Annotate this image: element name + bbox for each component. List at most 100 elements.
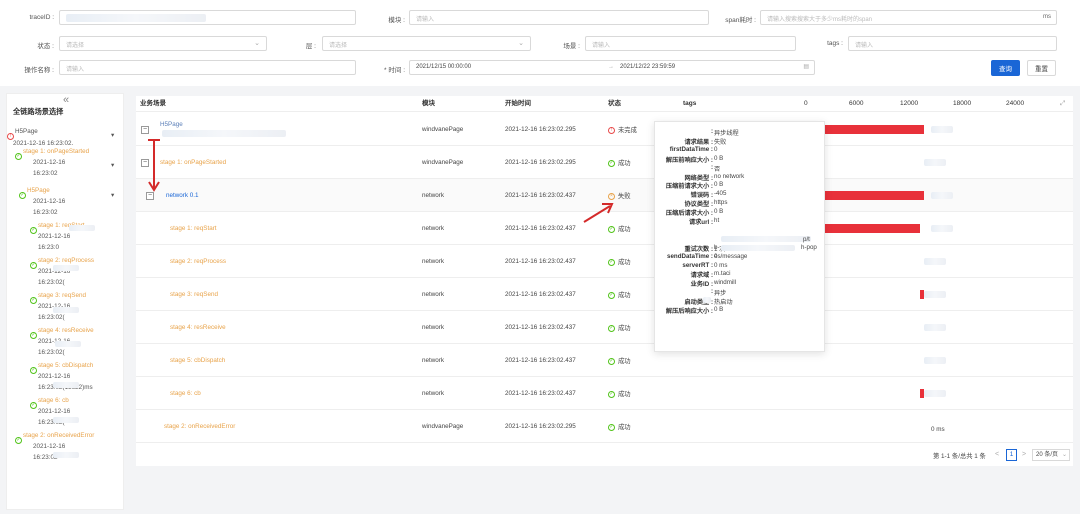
opname-input[interactable]: 请输入 [59,60,356,75]
scene-cell[interactable]: stage 2: onReceivedError [164,410,235,443]
query-button[interactable]: 查询 [991,60,1020,76]
scene-cell[interactable]: stage 1: reqStart [170,212,217,245]
last-row-duration: 0 ms [931,426,945,433]
check-circle-icon: ✓ [608,325,615,332]
check-circle-icon: ✓ [608,424,615,431]
scene-cell[interactable]: stage 6: cb [170,377,201,410]
tree-caret-icon[interactable]: ▾ [111,130,114,141]
tree-node-title[interactable]: stage 4: resReceive [38,325,94,336]
trace-table: 业务场景 模块 开始时间 状态 tags 0 6000 12000 18000 … [136,96,1073,466]
duration-bar[interactable] [824,224,920,233]
duration-bar[interactable] [824,125,924,134]
collapse-icon[interactable]: « [63,94,69,106]
status-text: 成功 [618,259,631,266]
module-cell: network [422,291,445,298]
url-frag-2: h-pop [801,244,817,251]
time-start: 2021/12/15 00:00:00 [416,64,472,70]
prev-page-button[interactable]: < [995,451,999,458]
sidebar-title: 全链路场景选择 [13,107,64,116]
status-cell: ✓ 成功 [608,410,631,443]
tree-node-title[interactable]: stage 1: onPageStarted [23,146,89,157]
scene-cell[interactable]: stage 3: reqSend [170,278,218,311]
status-text: 成功 [618,292,631,299]
redacted-duration [931,192,953,199]
page-size-select[interactable]: 20 条/页 ⌄ [1032,449,1070,461]
status-cell: ✓ 成功 [608,311,631,344]
chevron-down-icon: ⌄ [254,40,260,47]
tooltip-key: 解压前响应大小 : [665,156,713,164]
chevron-down-icon: ⌄ [1061,452,1067,458]
tooltip-key: 网络类型 : [684,174,713,182]
tooltip-key: sendDataTime : [667,252,713,260]
tooltip-key: 请求url : [688,219,713,226]
check-icon: ✓ [30,227,37,234]
tree-node-title[interactable]: stage 2: onReceivedError [23,430,94,441]
status-text: 成功 [618,391,631,398]
start-time-cell: 2021-12-16 16:23:02.437 [505,225,576,232]
time-separator: → [608,64,614,70]
start-time-cell: 2021-12-16 16:23:02.437 [505,291,576,298]
status-text: 成功 [618,325,631,332]
table-row[interactable]: stage 3: reqSend network 2021-12-16 16:23:… [136,278,1073,311]
redacted-duration [931,126,953,133]
scene-cell[interactable]: stage 2: reqProcess [170,245,226,278]
tree-node-time: 2021-12-16 [38,233,71,240]
span-input[interactable]: 请输入搜索搜索大于多少ms耗时的span ms [760,10,1057,25]
tooltip-value: 0 ms [714,261,728,269]
tags-input[interactable]: 请输入 [848,36,1057,51]
status-text: 成功 [618,358,631,365]
layer-label: 层 : [305,43,316,50]
traceid-input[interactable] [59,10,356,25]
collapse-row-icon[interactable]: − [141,126,149,134]
scene-cell[interactable]: network 0.1 [166,179,199,212]
reset-button[interactable]: 重置 [1027,60,1056,76]
check-icon: ✓ [19,192,26,199]
annotation-arrow-down [148,139,160,192]
tree-node-title[interactable]: stage 5: cbDispatch [38,360,93,371]
url-redacted-2 [721,245,795,251]
table-row[interactable]: stage 6: cb network 2021-12-16 16:23:02.43… [136,377,1073,410]
redacted-text [53,307,79,313]
status-text: 成功 [618,160,631,167]
tooltip-value: 失败 [714,138,727,146]
status-select[interactable]: 请选择 ⌄ [59,36,267,51]
page-1-button[interactable]: 1 [1006,449,1017,461]
tree-caret-icon[interactable]: ▾ [111,190,114,201]
check-circle-icon: ✓ [608,226,615,233]
span-placeholder: 请输入搜索搜索大于多少ms耗时的span [767,17,873,23]
redacted-duration [924,357,946,364]
tooltip-value: windmill [714,279,737,287]
redacted-text [162,130,286,137]
table-row[interactable]: − H5Page windvanePage 2021-12-16 16:23:02.2… [136,113,1073,146]
tree-node-title[interactable]: stage 6: cb [38,395,69,406]
tree-node-title[interactable]: H5Page [15,126,38,137]
module-cell: windvanePage [422,423,464,430]
time-range-picker[interactable]: 2021/12/15 00:00:00 → 2021/12/22 23:59:5… [409,60,815,75]
tree-node-time: 16:23:0 [38,244,60,251]
page-size-label: 20 条/页 [1036,452,1059,458]
module-cell: network [422,357,445,364]
status-cell: ✓ 成功 [608,344,631,377]
table-row[interactable]: stage 2: reqProcess network 2021-12-16 16:… [136,245,1073,278]
status-cell: ✓ 成功 [608,377,631,410]
module-input[interactable]: 请输入 [409,10,709,25]
check-icon: ✓ [30,367,37,374]
table-row[interactable]: stage 5: cbDispatch network 2021-12-16 16:… [136,344,1073,377]
tree-node-title[interactable]: H5Page [27,185,50,196]
span-detail-tooltip: : 异步线程 请求结果 : 失败 firstDataTime :0 解压前响应大小 :0 … [654,121,825,352]
tooltip-key: firstDataTime : [669,145,713,153]
table-row[interactable]: − stage 1: onPageStarted windvanePage 2021-… [136,146,1073,179]
tree-node-time: 16:23:02( [38,314,65,321]
next-page-button[interactable]: > [1022,451,1026,458]
module-cell: windvanePage [422,159,464,166]
start-time-cell: 2021-12-16 16:23:02.295 [505,126,576,133]
scene-cell[interactable]: stage 4: resReceive [170,311,226,344]
layer-select[interactable]: 请选择 ⌄ [322,36,531,51]
fullscreen-icon[interactable]: ⤢ [1060,96,1065,112]
table-row[interactable]: stage 4: resReceive network 2021-12-16 16:… [136,311,1073,344]
tree-caret-icon[interactable]: ▾ [111,160,114,171]
duration-bar[interactable] [824,191,924,200]
tree-node-title[interactable]: stage 3: reqSend [38,290,86,301]
scene-cell[interactable]: stage 5: cbDispatch [170,344,225,377]
scene-input[interactable]: 请输入 [585,36,796,51]
